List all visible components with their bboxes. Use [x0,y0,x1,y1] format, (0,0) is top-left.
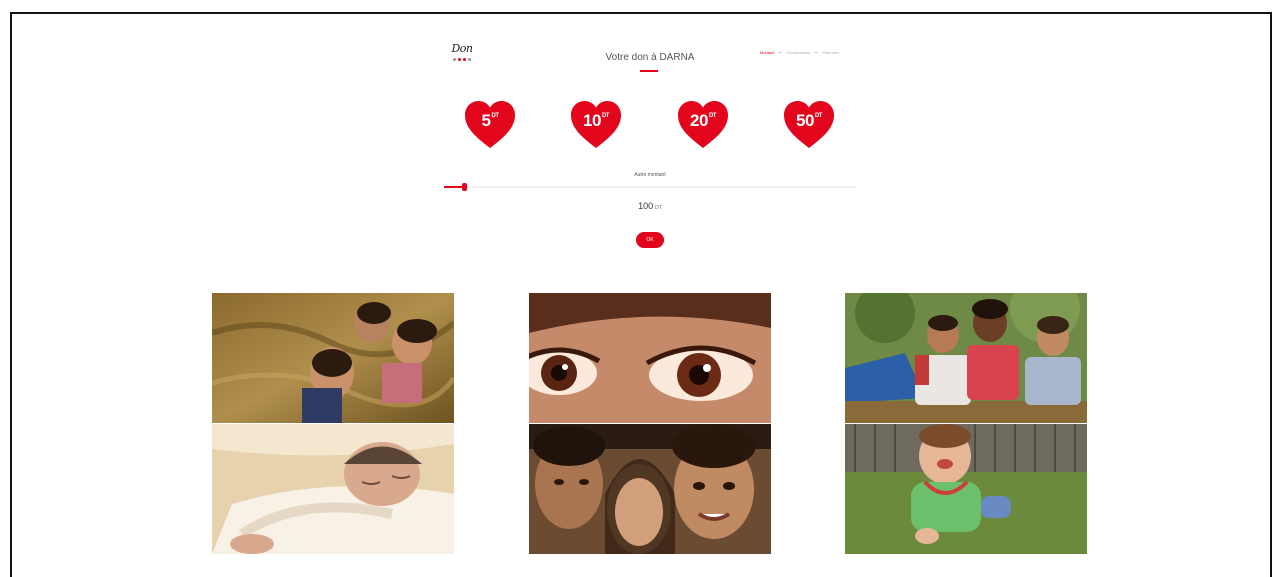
amount-value: 10 [583,111,601,130]
logo-dots [444,58,480,61]
page-title: Votre don à DARNA [605,52,695,63]
title-underline [640,70,658,72]
amount-unit: DT [814,113,823,119]
step-payment: Paiement [822,50,840,55]
photo-children-playing-outdoors [845,293,1087,423]
amount-unit: DT [491,113,499,119]
custom-amount-value: 100 [638,201,654,211]
amount-20-button[interactable]: 20DT [677,100,729,150]
amount-value: 20 [690,111,708,130]
amount-unit: DT [601,113,610,119]
photo-close-up-eyes [529,293,771,423]
custom-amount-label: Autre montant [634,172,666,178]
amount-unit: DT [708,113,717,119]
custom-amount-currency: DT [655,205,662,211]
brand-logo[interactable]: Don [444,43,480,69]
photo-sleeping-baby [212,424,454,554]
amount-50-button[interactable]: 50DT [783,100,835,150]
progress-steps: Montant Coordonnées Paiement [760,50,839,55]
logo-text: Don [451,42,473,55]
slider-handle[interactable] [462,183,467,191]
amount-10-button[interactable]: 10DT [570,100,622,150]
amount-value: 5 [481,111,491,130]
amount-slider[interactable] [444,183,856,191]
photo-children-on-ground [212,293,454,423]
step-amount: Montant [760,50,775,55]
amount-value: 50 [796,111,814,130]
photo-toddler-on-grass [845,424,1087,554]
amount-5-button[interactable]: 5DT [464,100,516,150]
submit-button[interactable]: OK [636,232,664,248]
step-details: Coordonnées [786,50,811,55]
photo-children-smiling-faces [529,424,771,554]
custom-amount-field[interactable]: 100 DT [620,201,680,211]
amount-options: 5DT 10DT 20DT 50DT [464,100,836,152]
